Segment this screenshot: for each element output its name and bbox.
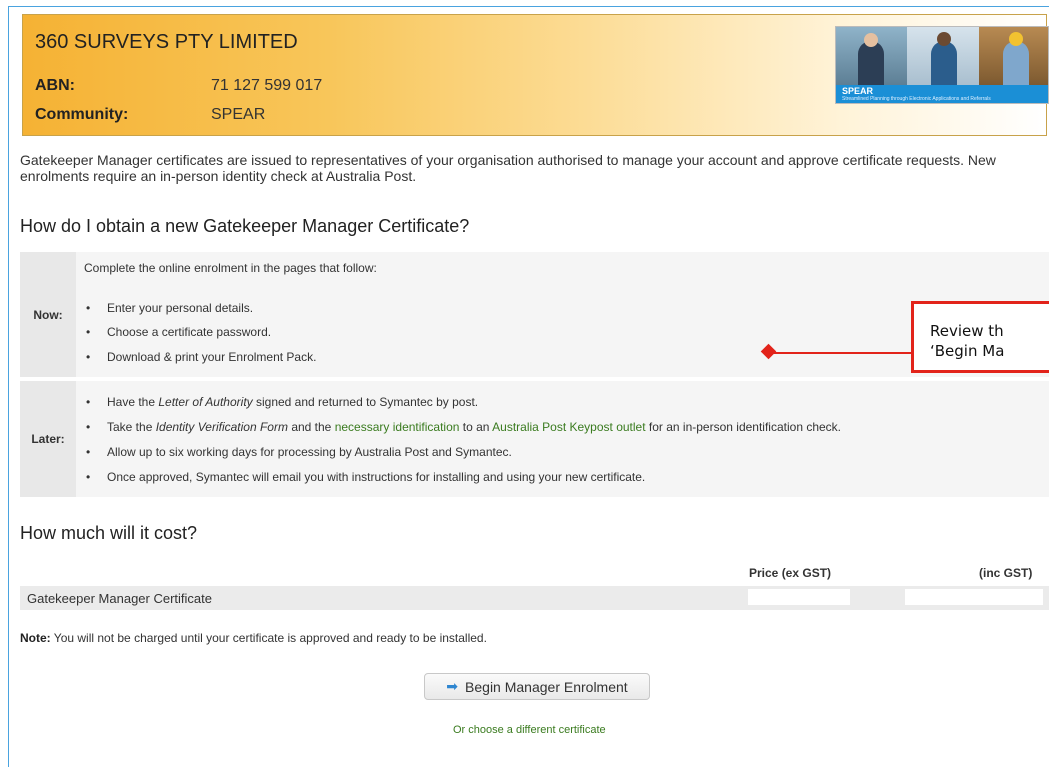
callout-line-1: Review th	[930, 322, 1004, 340]
necessary-identification-link[interactable]: necessary identification	[335, 420, 460, 434]
cost-heading: How much will it cost?	[20, 523, 198, 543]
person-silhouette	[931, 41, 958, 85]
organisation-banner: 360 SURVEYS PTY LIMITED ABN: 71 127 599 …	[22, 14, 1049, 136]
redacted-price-inc	[905, 589, 1043, 605]
community-label: Community:	[35, 106, 129, 123]
logo-photo-woman	[907, 27, 979, 85]
intro-text: Gatekeeper Manager certificates are issu…	[20, 152, 996, 184]
logo-photo-strip	[836, 27, 1048, 85]
table-row: Gatekeeper Manager Certificate	[20, 586, 1049, 610]
spear-logo: SPEAR Streamlined Planning through Elect…	[835, 26, 1049, 104]
annotation-callout: Review th ‘Begin Ma	[911, 301, 1049, 373]
logo-caption-bar: SPEAR Streamlined Planning through Elect…	[836, 85, 1048, 103]
now-section: Now: Complete the online enrolment in th…	[20, 252, 1049, 377]
person-head	[864, 33, 878, 47]
later-label: Later:	[20, 381, 76, 497]
callout-line-2: ‘Begin Ma	[930, 342, 1005, 360]
price-ex-gst-header: Price (ex GST)	[749, 566, 832, 580]
callout-connector-line	[770, 352, 911, 354]
keypost-outlet-link[interactable]: Australia Post Keypost outlet	[492, 420, 645, 434]
logo-title: SPEAR	[842, 86, 874, 96]
now-intro: Complete the online enrolment in the pag…	[84, 261, 377, 275]
person-silhouette	[858, 41, 884, 85]
abn-label: ABN:	[35, 77, 75, 94]
billing-note: Note: You will not be charged until your…	[20, 631, 487, 645]
begin-manager-enrolment-button[interactable]: ➡ Begin Manager Enrolment	[424, 673, 650, 700]
later-section: Later: Have the Letter of Authority sign…	[20, 381, 1049, 497]
redacted-price-ex	[748, 589, 850, 605]
obtain-heading: How do I obtain a new Gatekeeper Manager…	[20, 216, 470, 236]
person-silhouette	[1002, 41, 1029, 85]
hard-hat-icon	[1008, 32, 1023, 46]
now-label: Now:	[20, 252, 76, 377]
abn-value: 71 127 599 017	[211, 77, 323, 94]
organisation-name: 360 SURVEYS PTY LIMITED	[35, 31, 298, 53]
logo-subtitle: Streamlined Planning through Electronic …	[842, 96, 991, 102]
logo-photo-man	[836, 27, 908, 85]
choose-different-certificate-link[interactable]: Or choose a different certificate	[453, 724, 606, 736]
community-value: SPEAR	[211, 106, 266, 123]
certificate-name-cell: Gatekeeper Manager Certificate	[27, 591, 212, 606]
logo-photo-builder	[978, 27, 1048, 85]
price-inc-gst-header: (inc GST)	[979, 566, 1033, 580]
arrow-right-icon: ➡	[446, 678, 459, 694]
begin-button-label: Begin Manager Enrolment	[465, 678, 628, 695]
